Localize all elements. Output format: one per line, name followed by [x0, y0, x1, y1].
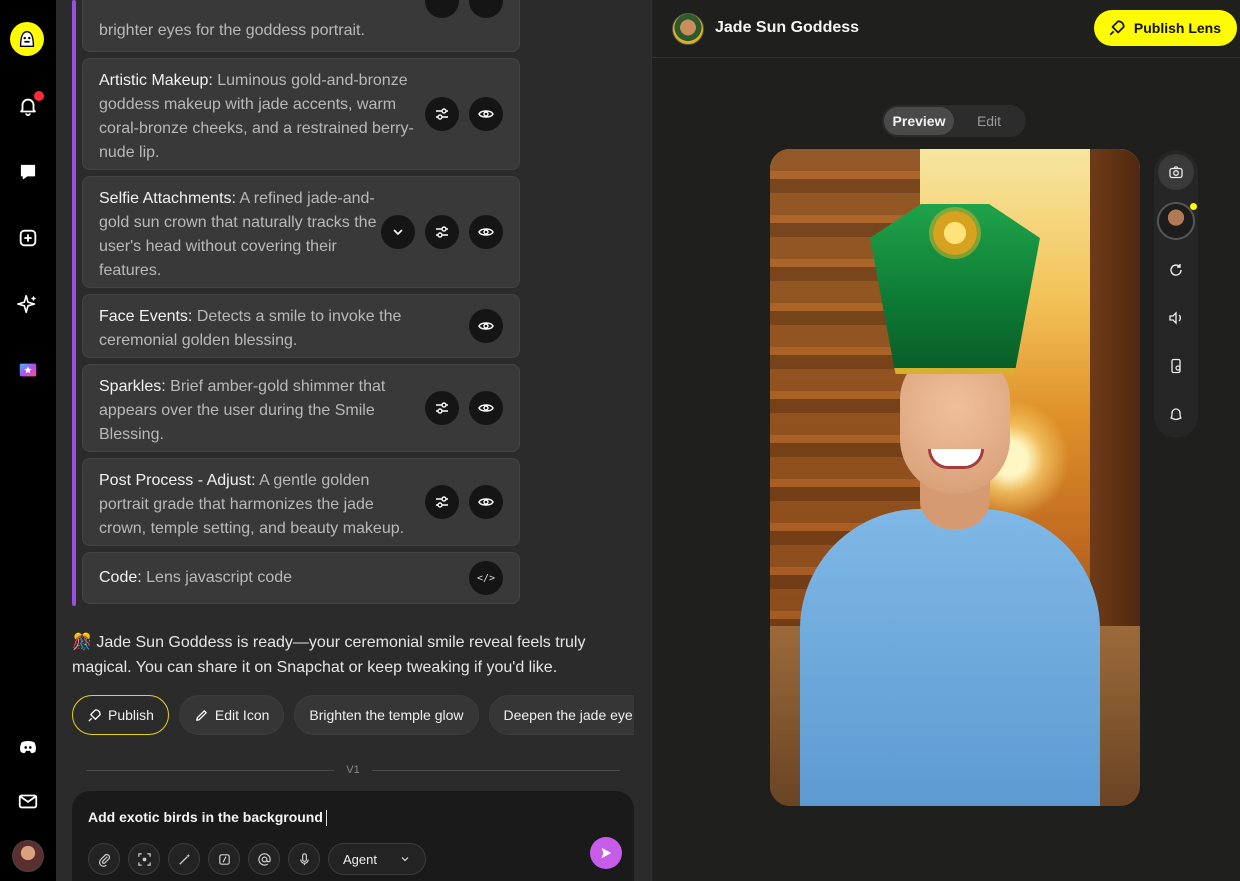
eye-icon[interactable] — [469, 97, 503, 131]
card-title: Artistic Makeup: — [99, 72, 213, 89]
mention-icon[interactable] — [248, 843, 280, 875]
rocket-icon — [1109, 20, 1125, 36]
logo-icon[interactable] — [10, 22, 44, 56]
send-icon — [601, 847, 612, 859]
speaker-icon[interactable] — [1158, 300, 1194, 336]
code-icon[interactable]: </> — [469, 561, 503, 595]
preview-panel: Jade Sun Goddess Publish Lens Preview Ed… — [651, 0, 1240, 881]
pencil-icon — [196, 709, 207, 721]
tab-edit[interactable]: Edit — [954, 107, 1024, 135]
attach-icon[interactable] — [88, 843, 120, 875]
sliders-icon[interactable] — [425, 485, 459, 519]
eye-icon[interactable] — [469, 309, 503, 343]
refresh-icon[interactable] — [1158, 252, 1194, 288]
card-description: brighter eyes for the goddess portrait. — [99, 22, 365, 39]
eye-icon[interactable] — [469, 485, 503, 519]
preview-toolbar — [1154, 150, 1198, 438]
tab-preview[interactable]: Preview — [884, 107, 954, 135]
composer: Add exotic birds in the background Agent — [72, 791, 634, 881]
view-toggle: Preview Edit — [882, 105, 1026, 137]
card-title: Code: — [99, 569, 142, 586]
rocket-icon — [88, 708, 101, 722]
publish-lens-button[interactable]: Publish Lens — [1093, 10, 1237, 46]
camera-preview[interactable] — [770, 149, 1140, 806]
eye-icon[interactable] — [469, 0, 503, 18]
suggestion-chip[interactable]: Brighten the temple glow — [294, 695, 479, 735]
card-description: Lens javascript code — [141, 569, 293, 586]
slash-command-icon[interactable] — [208, 843, 240, 875]
publish-button[interactable]: Publish — [72, 695, 169, 735]
face-model-avatar[interactable] — [1157, 202, 1197, 240]
card-title: Post Process - Adjust: — [99, 472, 256, 489]
bell-icon[interactable] — [8, 86, 48, 126]
eye-icon[interactable] — [469, 391, 503, 425]
agent-mode-select[interactable]: Agent — [328, 843, 426, 875]
plan-card-face-events: Face Events: Detects a smile to invoke t… — [82, 294, 520, 358]
assistant-message: 🎊 Jade Sun Goddess is ready—your ceremon… — [72, 634, 586, 676]
sparkle-icon[interactable] — [8, 284, 48, 324]
lens-icon[interactable] — [8, 350, 48, 390]
send-button[interactable] — [590, 837, 622, 869]
sliders-icon[interactable] — [425, 97, 459, 131]
left-rail — [0, 0, 56, 881]
ghost-icon[interactable] — [1158, 396, 1194, 432]
chat-icon[interactable] — [8, 152, 48, 192]
chevron-down-icon[interactable] — [381, 215, 415, 249]
edit-icon-button[interactable]: Edit Icon — [178, 695, 285, 735]
device-icon[interactable] — [1158, 348, 1194, 384]
plan-card-post-process: Post Process - Adjust: A gentle golden p… — [82, 458, 520, 546]
avatar[interactable] — [12, 840, 44, 872]
suggestion-chip[interactable]: Deepen the jade eye colo — [488, 695, 634, 735]
lens-title: Jade Sun Goddess — [715, 19, 860, 36]
discord-icon[interactable] — [8, 727, 48, 767]
version-label: V1 — [346, 764, 360, 776]
suggestion-chips: Publish Edit Icon Brighten the temple gl… — [72, 695, 634, 735]
lens-thumbnail — [672, 13, 704, 45]
card-title: Face Events: — [99, 308, 193, 325]
eye-icon[interactable] — [469, 215, 503, 249]
preview-header: Jade Sun Goddess Publish Lens — [652, 0, 1240, 58]
chat-panel: brighter eyes for the goddess portrait. … — [56, 0, 650, 881]
sun-emblem — [933, 211, 977, 255]
plan-card-code: Code: Lens javascript code </> — [82, 552, 520, 604]
settings-icon[interactable] — [425, 0, 459, 18]
magic-wand-icon[interactable] — [168, 843, 200, 875]
add-icon[interactable] — [8, 218, 48, 258]
plan-card-makeup: Artistic Makeup: Luminous gold-and-bronz… — [82, 58, 520, 170]
card-title: Sparkles: — [99, 378, 166, 395]
mail-icon[interactable] — [8, 781, 48, 821]
scan-icon[interactable] — [128, 843, 160, 875]
card-title: Selfie Attachments: — [99, 190, 236, 207]
person-shirt — [800, 509, 1100, 806]
version-divider: V1 — [86, 762, 620, 778]
prompt-input[interactable]: Add exotic birds in the background — [88, 809, 327, 826]
sliders-icon[interactable] — [425, 215, 459, 249]
microphone-icon[interactable] — [288, 843, 320, 875]
plan-card-eyes: brighter eyes for the goddess portrait. — [82, 0, 520, 52]
chevron-down-icon — [401, 857, 409, 862]
plan-accent-bar — [72, 0, 76, 606]
notification-badge — [34, 91, 44, 101]
plan-card-selfie-attachments: Selfie Attachments: A refined jade-and-g… — [82, 176, 520, 288]
plan-card-sparkles: Sparkles: Brief amber-gold shimmer that … — [82, 364, 520, 452]
sliders-icon[interactable] — [425, 391, 459, 425]
camera-icon[interactable] — [1158, 154, 1194, 190]
